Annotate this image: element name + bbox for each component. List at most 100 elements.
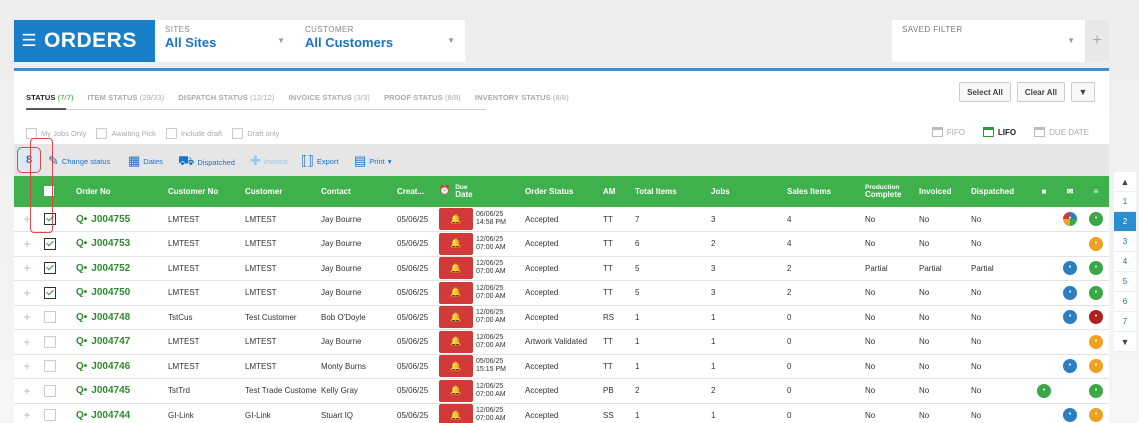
row-checkbox[interactable] [44, 286, 56, 299]
col-customer-no[interactable]: Customer No [164, 176, 241, 207]
row-checkbox-cell[interactable] [40, 280, 72, 306]
scroll-down-arrow-icon[interactable]: ▼ [1114, 332, 1136, 352]
row-checkbox[interactable] [44, 384, 56, 397]
status-icon[interactable]: • [1089, 383, 1103, 398]
comment-icon[interactable]: ■ [1031, 176, 1057, 207]
col-order-no[interactable]: Order No [72, 176, 164, 207]
page-6[interactable]: 6 [1114, 292, 1136, 312]
scroll-up-arrow-icon[interactable]: ▲ [1114, 172, 1136, 192]
order-number[interactable]: Q• J004750 [72, 280, 164, 306]
bell-icon[interactable]: 🔔 [439, 281, 473, 304]
search-icon[interactable]: Q• [76, 312, 87, 323]
expand-row-icon[interactable]: + [14, 403, 40, 423]
mail-icon[interactable]: • [1063, 285, 1077, 300]
table-row[interactable]: + Q• J004748 TstCus Test Customer Bob O'Doyle… [14, 305, 1109, 330]
col-customer[interactable]: Customer [241, 176, 317, 207]
order-number[interactable]: Q• J004752 [72, 256, 164, 281]
row-checkbox-cell[interactable] [40, 256, 72, 281]
mail-cell[interactable]: • [1057, 280, 1083, 306]
search-icon[interactable]: Q• [76, 214, 87, 225]
order-number[interactable]: Q• J004746 [72, 354, 164, 379]
export-button[interactable]: ⟦⟧ Export [301, 153, 339, 169]
bell-icon[interactable]: 🔔 [439, 379, 473, 402]
table-row[interactable]: + Q• J004750 LMTEST LMTEST Jay Bourne 05/06/25… [14, 280, 1109, 306]
tab-status[interactable]: STATUS (7/7) [26, 93, 74, 102]
include-draft-checkbox[interactable]: Include draft [165, 128, 222, 139]
col-am[interactable]: AM [599, 176, 631, 207]
saved-filter-selector[interactable]: SAVED FILTER ▼ [892, 20, 1085, 62]
status-icon[interactable]: • [1089, 212, 1103, 226]
dates-button[interactable]: ▦ Dates [128, 153, 163, 169]
col-contact[interactable]: Contact [317, 176, 393, 207]
row-checkbox[interactable] [44, 213, 56, 225]
dispatched-button[interactable]: ⛟ Dispatched [178, 153, 235, 171]
order-number[interactable]: Q• J004745 [72, 378, 164, 404]
status-icon[interactable]: • [1089, 285, 1103, 300]
expand-row-icon[interactable]: + [14, 354, 40, 379]
status-icon[interactable]: • [1089, 408, 1103, 423]
row-checkbox[interactable] [44, 311, 56, 324]
table-row[interactable]: + Q• J004745 TstTrd Test Trade Customer Kelly… [14, 378, 1109, 404]
search-icon[interactable]: Q• [76, 361, 87, 372]
col-order-status[interactable]: Order Status [521, 176, 599, 207]
filter-icon[interactable]: ▼ [1071, 82, 1095, 102]
layers-icon[interactable]: ≡ [1083, 176, 1109, 207]
page-7[interactable]: 7 [1114, 312, 1136, 332]
clear-all-button[interactable]: Clear All [1016, 82, 1065, 102]
row-checkbox[interactable] [44, 335, 56, 348]
tab-invoice-status[interactable]: INVOICE STATUS (3/3) [289, 93, 370, 102]
comment-cell[interactable]: • [1031, 378, 1057, 404]
status-cell[interactable]: • [1083, 354, 1109, 379]
change-status-button[interactable]: ✎ Change status [48, 153, 110, 169]
mail-cell[interactable]: • [1057, 256, 1083, 281]
mail-cell[interactable]: • [1057, 403, 1083, 423]
draft-only-checkbox[interactable]: Draft only [232, 128, 279, 139]
bell-icon[interactable]: 🔔 [439, 208, 473, 230]
sort-fifo[interactable]: FIFO [931, 127, 965, 137]
page-3[interactable]: 3 [1114, 232, 1136, 252]
row-checkbox[interactable] [44, 409, 56, 422]
status-cell[interactable]: • [1083, 329, 1109, 355]
order-number[interactable]: Q• J004753 [72, 231, 164, 257]
expand-row-icon[interactable]: + [14, 280, 40, 306]
col-invoiced[interactable]: Invoiced [915, 176, 967, 207]
tab-inventory-status[interactable]: INVENTORY STATUS (8/8) [475, 93, 569, 102]
tab-proof-status[interactable]: PROOF STATUS (8/8) [384, 93, 461, 102]
col-sales-items[interactable]: Sales Items [783, 176, 861, 207]
order-number[interactable]: Q• J004744 [72, 403, 164, 423]
row-checkbox-cell[interactable] [40, 329, 72, 355]
status-cell[interactable]: • [1083, 280, 1109, 306]
mail-cell[interactable]: • [1057, 354, 1083, 379]
comment-icon[interactable]: • [1037, 383, 1051, 398]
sites-selector[interactable]: SITES All Sites ▼ [155, 20, 295, 62]
expand-row-icon[interactable]: + [14, 207, 40, 232]
expand-row-icon[interactable]: + [14, 378, 40, 404]
tab-dispatch-status[interactable]: DISPATCH STATUS (12/12) [178, 93, 274, 102]
status-cell[interactable]: • [1083, 305, 1109, 330]
expand-row-icon[interactable]: + [14, 305, 40, 330]
table-row[interactable]: + Q• J004747 LMTEST LMTEST Jay Bourne 05/06/25… [14, 329, 1109, 355]
search-icon[interactable]: Q• [76, 263, 87, 274]
awaiting-pick-checkbox[interactable]: Awaiting Pick [96, 128, 156, 139]
expand-row-icon[interactable]: + [14, 231, 40, 257]
row-checkbox[interactable] [44, 262, 56, 275]
invoice-button[interactable]: ✚ Invoice [250, 153, 288, 169]
col-jobs[interactable]: Jobs [707, 176, 783, 207]
bell-icon[interactable]: 🔔 [439, 404, 473, 423]
search-icon[interactable]: Q• [76, 336, 87, 347]
page-2[interactable]: 2 [1114, 212, 1136, 232]
row-checkbox-cell[interactable] [40, 207, 72, 232]
mail-cell[interactable]: • [1057, 305, 1083, 330]
status-cell[interactable]: • [1083, 378, 1109, 404]
status-cell[interactable]: • [1083, 403, 1109, 423]
page-5[interactable]: 5 [1114, 272, 1136, 292]
table-row[interactable]: + Q• J004744 GI-Link GI-Link Stuart IQ 05/06/2… [14, 403, 1109, 423]
customer-selector[interactable]: CUSTOMER All Customers ▼ [295, 20, 465, 62]
table-row[interactable]: + Q• J004746 LMTEST LMTEST Monty Burns 05/06/2… [14, 354, 1109, 379]
tab-item-status[interactable]: ITEM STATUS (29/33) [88, 93, 165, 102]
row-checkbox-cell[interactable] [40, 378, 72, 404]
sort-lifo[interactable]: LIFO [982, 127, 1016, 137]
bell-icon[interactable]: 🔔 [439, 306, 473, 329]
status-icon[interactable]: • [1089, 261, 1103, 276]
row-checkbox[interactable] [44, 237, 56, 250]
